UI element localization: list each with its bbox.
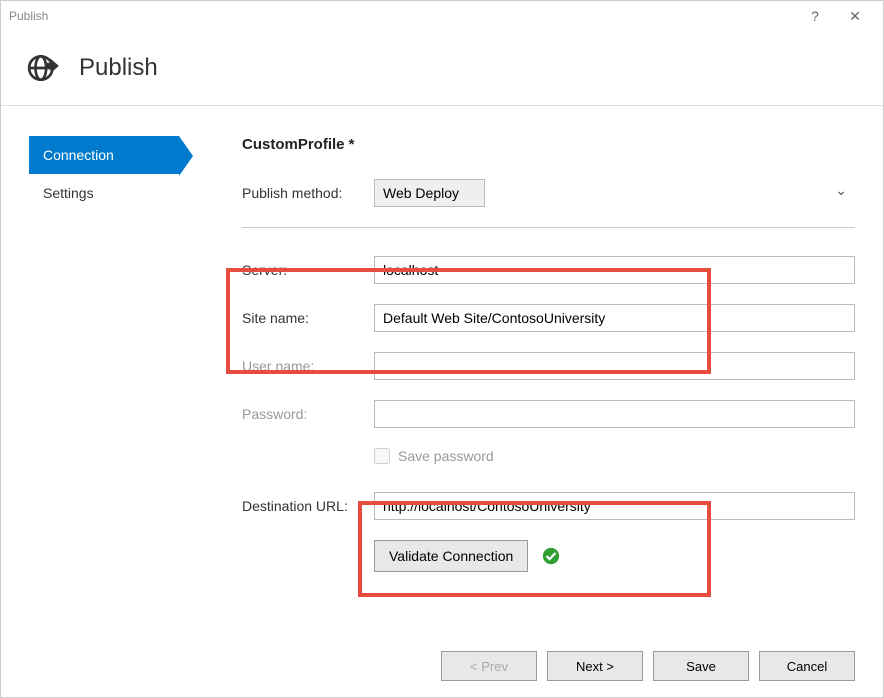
site-name-input[interactable] xyxy=(374,304,855,332)
save-password-label: Save password xyxy=(398,448,494,464)
user-name-label: User name: xyxy=(242,358,374,374)
sidebar: Connection Settings xyxy=(1,136,196,635)
success-check-icon xyxy=(542,547,560,565)
divider xyxy=(242,227,855,228)
profile-name: CustomProfile * xyxy=(242,136,855,153)
server-label: Server: xyxy=(242,262,374,278)
password-input[interactable] xyxy=(374,400,855,428)
prev-button[interactable]: < Prev xyxy=(441,651,537,681)
user-name-input[interactable] xyxy=(374,352,855,380)
dialog-header: Publish xyxy=(1,31,883,106)
destination-url-input[interactable] xyxy=(374,492,855,520)
cancel-button[interactable]: Cancel xyxy=(759,651,855,681)
save-button[interactable]: Save xyxy=(653,651,749,681)
close-button[interactable]: ✕ xyxy=(835,1,875,31)
destination-url-label: Destination URL: xyxy=(242,498,374,514)
dialog-footer: < Prev Next > Save Cancel xyxy=(1,635,883,697)
save-password-checkbox[interactable] xyxy=(374,448,390,464)
help-button[interactable]: ? xyxy=(795,1,835,31)
window-title: Publish xyxy=(9,9,48,23)
server-input[interactable] xyxy=(374,256,855,284)
titlebar: Publish ? ✕ xyxy=(1,1,883,31)
validate-connection-button[interactable]: Validate Connection xyxy=(374,540,528,572)
page-title: Publish xyxy=(79,54,158,82)
password-label: Password: xyxy=(242,406,374,422)
content-panel: CustomProfile * Publish method: Web Depl… xyxy=(196,136,883,635)
tab-connection[interactable]: Connection xyxy=(29,136,179,174)
publish-method-label: Publish method: xyxy=(242,185,374,201)
globe-publish-icon xyxy=(27,51,61,85)
tab-settings[interactable]: Settings xyxy=(29,174,179,212)
publish-method-select[interactable]: Web Deploy xyxy=(374,179,485,207)
next-button[interactable]: Next > xyxy=(547,651,643,681)
site-name-label: Site name: xyxy=(242,310,374,326)
